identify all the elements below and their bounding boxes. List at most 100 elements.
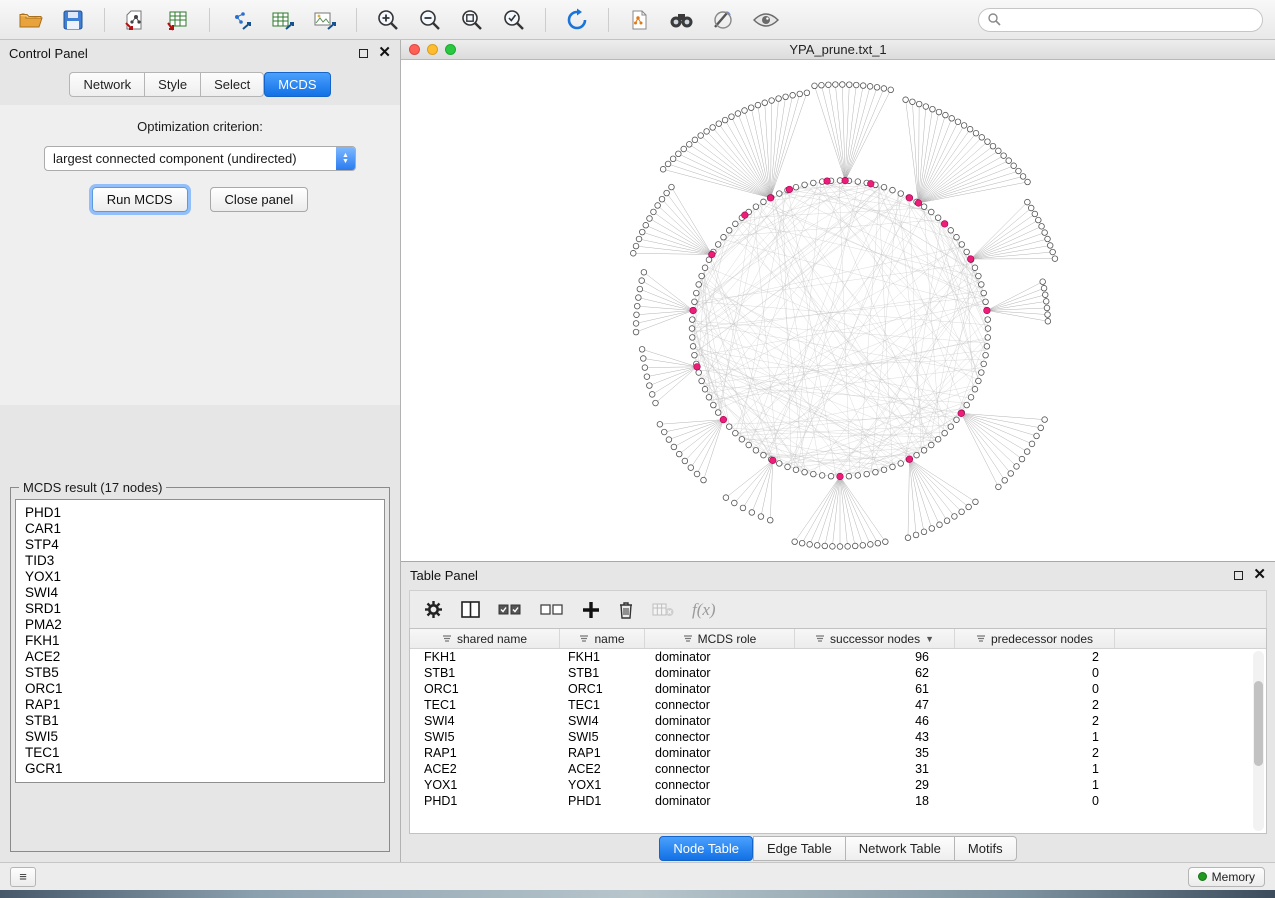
mcds-result-item[interactable]: ACE2 [16, 649, 384, 665]
table-row[interactable]: STB1STB1dominator620 [410, 665, 1266, 681]
control-panel-tabs: Network Style Select MCDS [0, 72, 400, 97]
delete-column-icon[interactable] [618, 601, 634, 619]
mcds-result-item[interactable]: GCR1 [16, 761, 384, 777]
function-builder-icon[interactable]: f(x) [692, 600, 716, 620]
save-icon[interactable] [54, 5, 92, 35]
table-cell: 2 [955, 650, 1115, 664]
float-panel-icon[interactable] [359, 49, 368, 58]
mcds-result-item[interactable]: SRD1 [16, 601, 384, 617]
close-panel-icon[interactable]: ✕ [378, 48, 391, 58]
eye-icon[interactable] [747, 5, 785, 35]
search-network-icon[interactable] [663, 5, 701, 35]
control-panel-title: Control Panel [9, 46, 88, 61]
network-graph[interactable] [401, 60, 1275, 561]
table-row[interactable]: ORC1ORC1dominator610 [410, 681, 1266, 697]
tab-network[interactable]: Network [69, 72, 144, 97]
import-table-icon[interactable] [159, 5, 197, 35]
table-row[interactable]: SWI4SWI4dominator462 [410, 713, 1266, 729]
hidden-columns-icon[interactable] [652, 602, 674, 617]
table-scrollbar[interactable] [1253, 651, 1264, 831]
mcds-result-item[interactable]: PMA2 [16, 617, 384, 633]
run-mcds-button[interactable]: Run MCDS [92, 187, 188, 212]
table-cell: ORC1 [560, 682, 645, 696]
table-cell: 0 [955, 794, 1115, 808]
table-panel-header: Table Panel ✕ [401, 562, 1275, 588]
table-cell: ACE2 [410, 762, 560, 776]
add-column-icon[interactable] [582, 601, 600, 619]
mcds-result-item[interactable]: TEC1 [16, 745, 384, 761]
mcds-result-item[interactable]: RAP1 [16, 697, 384, 713]
close-panel-icon[interactable]: ✕ [1253, 570, 1266, 580]
mcds-result-item[interactable]: PHD1 [16, 505, 384, 521]
mcds-result-item[interactable]: STB5 [16, 665, 384, 681]
network-titlebar: YPA_prune.txt_1 [401, 40, 1275, 60]
table-row[interactable]: FKH1FKH1dominator962 [410, 649, 1266, 665]
table-cell: connector [645, 778, 795, 792]
table-cell: 1 [955, 762, 1115, 776]
column-header-shared-name[interactable]: shared name [410, 629, 560, 648]
column-header-predecessor-nodes[interactable]: predecessor nodes [955, 629, 1115, 648]
network-view[interactable] [401, 60, 1275, 561]
mcds-result-item[interactable]: STB1 [16, 713, 384, 729]
refresh-icon[interactable] [558, 5, 596, 35]
sort-icon [815, 634, 825, 643]
zoom-out-icon[interactable] [411, 5, 449, 35]
clone-network-icon[interactable] [621, 5, 659, 35]
table-row[interactable]: SWI5SWI5connector431 [410, 729, 1266, 745]
float-panel-icon[interactable] [1234, 571, 1243, 580]
table-row[interactable]: YOX1YOX1connector291 [410, 777, 1266, 793]
zoom-selected-icon[interactable] [495, 5, 533, 35]
column-header-name[interactable]: name [560, 629, 645, 648]
mcds-result-item[interactable]: ORC1 [16, 681, 384, 697]
gear-icon[interactable] [424, 600, 443, 619]
search-input[interactable] [1007, 13, 1253, 27]
memory-button[interactable]: Memory [1188, 867, 1265, 887]
table-cell: SWI5 [560, 730, 645, 744]
mcds-result-item[interactable]: TID3 [16, 553, 384, 569]
export-image-icon[interactable] [306, 5, 344, 35]
memory-status-icon [1198, 872, 1207, 881]
table-row[interactable]: PHD1PHD1dominator180 [410, 793, 1266, 809]
table-row[interactable]: TEC1TEC1connector472 [410, 697, 1266, 713]
mcds-result-item[interactable]: YOX1 [16, 569, 384, 585]
table-cell: connector [645, 730, 795, 744]
deselect-all-icon[interactable] [540, 601, 564, 618]
mcds-result-group: MCDS result (17 nodes) PHD1CAR1STP4TID3Y… [10, 480, 390, 852]
columns-icon[interactable] [461, 601, 480, 618]
table-row[interactable]: ACE2ACE2connector311 [410, 761, 1266, 777]
mcds-result-item[interactable]: STP4 [16, 537, 384, 553]
table-row[interactable]: RAP1RAP1dominator352 [410, 745, 1266, 761]
table-cell: TEC1 [410, 698, 560, 712]
mcds-result-item[interactable]: FKH1 [16, 633, 384, 649]
zoom-fit-icon[interactable] [453, 5, 491, 35]
optimization-criterion-select[interactable]: largest connected component (undirected)… [44, 146, 356, 171]
mcds-result-item[interactable]: SWI4 [16, 585, 384, 601]
close-panel-button[interactable]: Close panel [210, 187, 309, 212]
mcds-result-item[interactable]: SWI5 [16, 729, 384, 745]
toolbar-search[interactable] [978, 8, 1263, 32]
tab-style[interactable]: Style [144, 72, 200, 97]
tab-select[interactable]: Select [200, 72, 264, 97]
export-table-icon[interactable] [264, 5, 302, 35]
tab-motifs[interactable]: Motifs [954, 836, 1017, 861]
tab-mcds[interactable]: MCDS [264, 72, 330, 97]
mcds-result-item[interactable]: CAR1 [16, 521, 384, 537]
wand-icon[interactable] [705, 5, 743, 35]
select-all-icon[interactable] [498, 601, 522, 618]
export-network-icon[interactable] [222, 5, 260, 35]
scrollbar-thumb[interactable] [1254, 681, 1263, 766]
import-network-icon[interactable] [117, 5, 155, 35]
desktop-wallpaper-strip [0, 890, 1275, 898]
column-header-successor-nodes[interactable]: successor nodes ▼ [795, 629, 955, 648]
tab-node-table[interactable]: Node Table [659, 836, 753, 861]
zoom-in-icon[interactable] [369, 5, 407, 35]
panel-menu-icon[interactable]: ≡ [10, 867, 36, 887]
open-folder-icon[interactable] [12, 5, 50, 35]
table-cell: dominator [645, 794, 795, 808]
column-header-mcds-role[interactable]: MCDS role [645, 629, 795, 648]
main-toolbar [0, 0, 1275, 40]
tab-network-table[interactable]: Network Table [845, 836, 954, 861]
table-cell: 35 [795, 746, 955, 760]
tab-edge-table[interactable]: Edge Table [753, 836, 845, 861]
table-cell: 47 [795, 698, 955, 712]
